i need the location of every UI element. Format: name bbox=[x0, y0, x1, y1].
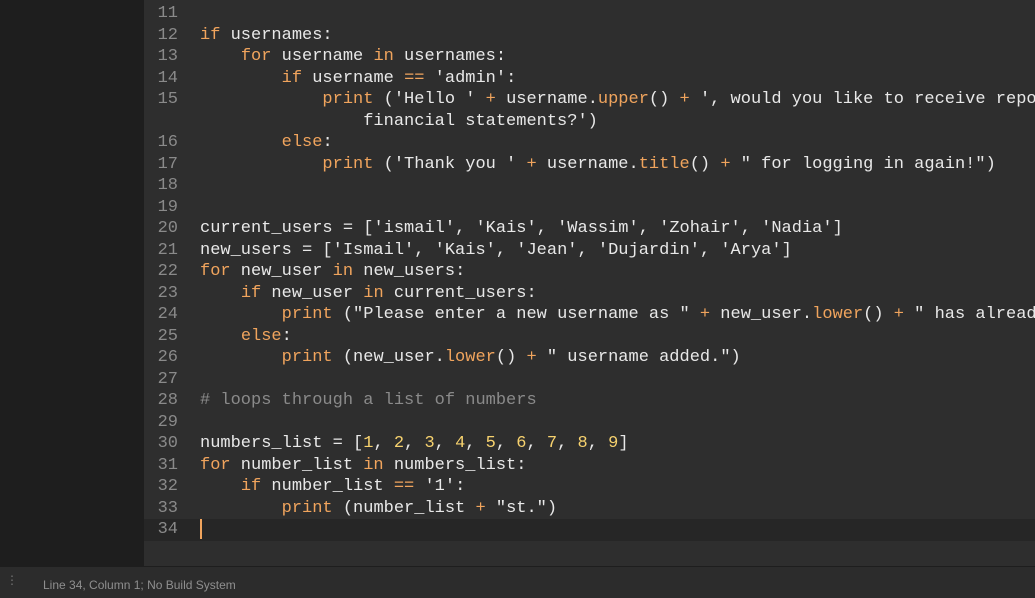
code-line[interactable]: 34 bbox=[144, 519, 1035, 541]
code-line[interactable]: 24 print ("Please enter a new username a… bbox=[144, 304, 1035, 326]
code-line[interactable]: 26 print (new_user.lower() + " username … bbox=[144, 347, 1035, 369]
code-line[interactable]: 28 # loops through a list of numbers bbox=[144, 390, 1035, 412]
code-text: print ('Hello ' + username.upper() + ', … bbox=[322, 90, 1035, 109]
line-number: 33 bbox=[157, 498, 178, 518]
code-text: print ('Thank you ' + username.title() +… bbox=[322, 154, 996, 174]
code-line[interactable]: 14 if username == 'admin': bbox=[144, 68, 1035, 90]
line-number: 24 bbox=[157, 305, 178, 324]
line-number: 15 bbox=[157, 90, 178, 109]
code-text: # loops through a list of numbers bbox=[200, 391, 537, 410]
line-number: 11 bbox=[157, 4, 178, 23]
code-editor[interactable]: 11 12 if usernames: 13 for username in user… bbox=[144, 0, 1035, 566]
code-text: else: bbox=[240, 326, 292, 346]
code-text: numbers_list = [1, 2, 3, 4, 5, 6, 7, 8, … bbox=[200, 434, 629, 453]
code-line[interactable]: 17 print ('Thank you ' + username.title(… bbox=[144, 154, 1035, 176]
text-cursor bbox=[200, 519, 202, 539]
code-text: print (new_user.lower() + " username add… bbox=[281, 348, 741, 367]
code-line[interactable]: 21 new_users = ['Ismail', 'Kais', 'Jean',… bbox=[144, 240, 1035, 262]
code-line[interactable]: 11 bbox=[144, 3, 1035, 25]
sidebar-panel bbox=[0, 0, 144, 566]
code-text: if username == 'admin': bbox=[281, 68, 517, 88]
code-text: if number_list == '1': bbox=[240, 477, 466, 496]
code-area[interactable]: 11 12 if usernames: 13 for username in user… bbox=[144, 3, 1035, 541]
line-number: 34 bbox=[157, 520, 178, 539]
code-text: if usernames: bbox=[200, 25, 333, 45]
code-line[interactable]: financial statements?') bbox=[144, 111, 1035, 133]
line-number: 30 bbox=[157, 434, 178, 453]
code-line[interactable]: 22 for new_user in new_users: bbox=[144, 261, 1035, 283]
line-number: 29 bbox=[157, 412, 178, 432]
code-text: current_users = ['ismail', 'Kais', 'Wass… bbox=[200, 219, 843, 238]
code-line[interactable]: 31 for number_list in numbers_list: bbox=[144, 455, 1035, 477]
status-text: Line 34, Column 1; No Build System bbox=[43, 578, 236, 592]
line-number: 22 bbox=[157, 262, 178, 281]
line-number: 28 bbox=[157, 391, 178, 410]
code-line[interactable]: 19 bbox=[144, 197, 1035, 219]
line-number: 14 bbox=[157, 68, 178, 88]
status-bar: ⋮ Line 34, Column 1; No Build System bbox=[0, 566, 1035, 598]
code-line[interactable]: 23 if new_user in current_users: bbox=[144, 283, 1035, 305]
code-line[interactable]: 15 print ('Hello ' + username.upper() + … bbox=[144, 89, 1035, 111]
line-number: 17 bbox=[157, 154, 178, 174]
line-number: 26 bbox=[157, 348, 178, 367]
line-number: 31 bbox=[157, 455, 178, 475]
code-line[interactable]: 32 if number_list == '1': bbox=[144, 476, 1035, 498]
code-line[interactable]: 27 bbox=[144, 369, 1035, 391]
code-text: for username in usernames: bbox=[240, 47, 507, 66]
line-number: 12 bbox=[157, 25, 178, 45]
code-line[interactable]: 29 bbox=[144, 412, 1035, 434]
code-line[interactable]: 20 current_users = ['ismail', 'Kais', 'Wa… bbox=[144, 218, 1035, 240]
line-number: 20 bbox=[157, 219, 178, 238]
code-line[interactable]: 13 for username in usernames: bbox=[144, 46, 1035, 68]
code-text: if new_user in current_users: bbox=[240, 283, 537, 303]
code-text: new_users = ['Ismail', 'Kais', 'Jean', '… bbox=[200, 240, 792, 260]
line-number: 19 bbox=[157, 197, 178, 217]
code-text: print ("Please enter a new username as "… bbox=[281, 305, 1035, 324]
line-number: 13 bbox=[157, 47, 178, 66]
code-line[interactable]: 33 print (number_list + "st.") bbox=[144, 498, 1035, 520]
code-line[interactable]: 18 bbox=[144, 175, 1035, 197]
code-text: for number_list in numbers_list: bbox=[200, 455, 527, 475]
vertical-dots-icon[interactable]: ⋮ bbox=[6, 574, 18, 592]
code-line[interactable]: 16 else: bbox=[144, 132, 1035, 154]
code-line[interactable]: 12 if usernames: bbox=[144, 25, 1035, 47]
line-number: 16 bbox=[157, 133, 178, 152]
line-number: 32 bbox=[157, 477, 178, 496]
code-line[interactable]: 30 numbers_list = [1, 2, 3, 4, 5, 6, 7, 8… bbox=[144, 433, 1035, 455]
code-text: print (number_list + "st.") bbox=[281, 498, 558, 518]
line-number: 27 bbox=[157, 369, 178, 389]
code-text bbox=[200, 519, 202, 541]
line-number: 18 bbox=[157, 176, 178, 195]
code-text: for new_user in new_users: bbox=[200, 262, 466, 281]
line-number: 25 bbox=[157, 326, 178, 346]
code-text: financial statements?') bbox=[200, 111, 598, 131]
code-text: else: bbox=[281, 133, 333, 152]
code-line[interactable]: 25 else: bbox=[144, 326, 1035, 348]
line-number: 21 bbox=[157, 240, 178, 260]
line-number: 23 bbox=[157, 283, 178, 303]
